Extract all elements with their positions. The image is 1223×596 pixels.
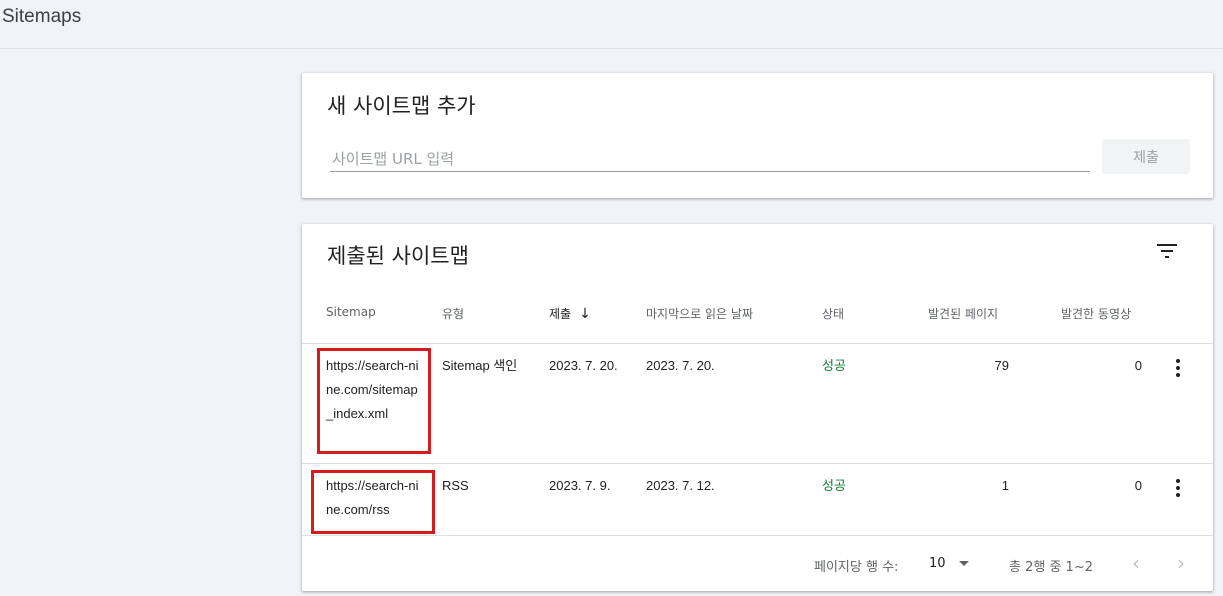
last-read-date-cell: 2023. 7. 12. xyxy=(646,478,715,493)
column-header-sitemap[interactable]: Sitemap xyxy=(326,305,376,319)
pagination-range: 총 2행 중 1~2 xyxy=(1009,560,1093,575)
submitted-date-cell: 2023. 7. 20. xyxy=(549,358,618,373)
rows-per-page-label: 페이지당 행 수: xyxy=(814,560,899,575)
top-bar: Sitemaps xyxy=(0,0,1223,49)
chevron-left-icon[interactable]: ‹ xyxy=(1132,551,1140,575)
submitted-date-cell: 2023. 7. 9. xyxy=(549,478,611,493)
filter-icon[interactable] xyxy=(1156,242,1178,260)
add-sitemap-heading: 새 사이트맵 추가 xyxy=(327,94,476,118)
column-header-videos-found[interactable]: 발견한 동영상 xyxy=(1061,305,1131,322)
sitemap-url-input[interactable] xyxy=(330,147,1090,172)
column-header-submitted[interactable]: 제출 ↓ xyxy=(549,305,591,322)
status-cell: 성공 xyxy=(822,478,846,493)
more-vert-icon[interactable] xyxy=(1171,479,1185,497)
column-header-status[interactable]: 상태 xyxy=(822,305,844,322)
highlight-box xyxy=(317,348,431,454)
footer-divider xyxy=(302,535,1213,536)
arrow-down-icon: ↓ xyxy=(579,306,591,322)
more-vert-icon[interactable] xyxy=(1171,359,1185,377)
rows-per-page-select[interactable]: 10 xyxy=(929,556,946,571)
status-cell: 성공 xyxy=(822,358,846,373)
page-title: Sitemaps xyxy=(2,6,82,27)
type-cell: RSS xyxy=(442,478,469,493)
submitted-sitemaps-card: 제출된 사이트맵 Sitemap 유형 제출 ↓ 마지막으로 읽은 날짜 상태 발… xyxy=(302,224,1213,591)
last-read-date-cell: 2023. 7. 20. xyxy=(646,358,715,373)
pages-found-cell: 79 xyxy=(994,358,1009,373)
chevron-down-icon[interactable] xyxy=(959,561,969,566)
videos-found-cell: 0 xyxy=(1134,478,1142,493)
add-sitemap-card: 새 사이트맵 추가 제출 xyxy=(302,73,1213,198)
column-header-submitted-label: 제출 xyxy=(549,307,572,321)
chevron-right-icon[interactable]: › xyxy=(1177,551,1185,575)
videos-found-cell: 0 xyxy=(1134,358,1142,373)
column-header-pages-found[interactable]: 발견된 페이지 xyxy=(928,305,998,322)
type-cell: Sitemap 색인 xyxy=(442,358,518,373)
header-divider xyxy=(302,343,1213,344)
highlight-box xyxy=(311,470,435,534)
column-header-last-read[interactable]: 마지막으로 읽은 날짜 xyxy=(646,305,753,322)
submit-sitemap-button[interactable]: 제출 xyxy=(1102,139,1190,174)
column-header-type[interactable]: 유형 xyxy=(442,305,464,322)
row-divider xyxy=(302,463,1213,464)
pages-found-cell: 1 xyxy=(1001,478,1009,493)
submitted-sitemaps-heading: 제출된 사이트맵 xyxy=(327,244,469,268)
